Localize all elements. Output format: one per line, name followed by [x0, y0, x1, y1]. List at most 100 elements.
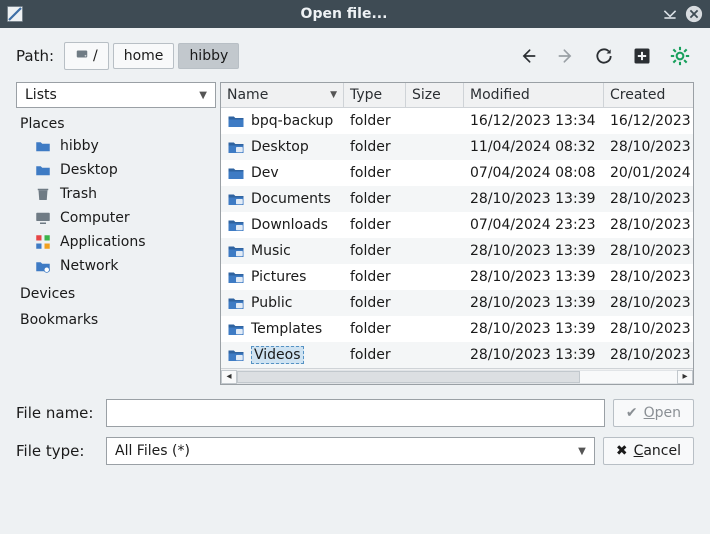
file-pane: Name▼ Type Size Modified Created bpq-bac… — [220, 82, 694, 385]
check-icon: ✔ — [626, 405, 638, 421]
file-created: 28/10/2023 — [604, 295, 690, 311]
chevron-down-icon: ▼ — [578, 446, 586, 457]
column-modified[interactable]: Modified — [464, 83, 604, 107]
breadcrumb-hibby[interactable]: hibby — [178, 43, 239, 69]
breadcrumb-root[interactable]: / — [64, 42, 109, 70]
sort-indicator-icon: ▼ — [330, 90, 337, 100]
file-created: 28/10/2023 — [604, 347, 690, 363]
sidebar-section-places: Places — [18, 114, 214, 134]
table-row[interactable]: Picturesfolder28/10/2023 13:3928/10/2023 — [221, 264, 693, 290]
file-type: folder — [344, 347, 406, 363]
file-name: Public — [251, 295, 292, 311]
column-created[interactable]: Created — [604, 83, 690, 107]
breadcrumb: /homehibby — [64, 42, 239, 70]
file-type: folder — [344, 243, 406, 259]
file-modified: 16/12/2023 13:34 — [464, 113, 604, 129]
sidebar-item-desktop[interactable]: Desktop — [18, 158, 214, 182]
folder-icon — [227, 113, 245, 129]
disk-icon — [75, 47, 89, 65]
sidebar-section-devices: Devices — [18, 284, 214, 304]
table-row[interactable]: Videos folder 28/10/2023 13:3928/10/2023 — [221, 342, 693, 368]
close-button[interactable] — [684, 4, 704, 24]
folder-icon — [227, 269, 245, 285]
sidebar-item-trash[interactable]: Trash — [18, 182, 214, 206]
filename-input[interactable] — [106, 399, 605, 427]
table-row[interactable]: Downloadsfolder07/04/2024 23:2328/10/202… — [221, 212, 693, 238]
trash-icon — [34, 185, 52, 203]
file-name: Videos — [251, 346, 304, 364]
table-row[interactable]: bpq-backupfolder16/12/2023 13:3416/12/20… — [221, 108, 693, 134]
table-row[interactable]: Dev folder 07/04/2024 08:0820/01/2024 — [221, 160, 693, 186]
folder-icon — [227, 165, 245, 181]
file-name: Dev — [251, 165, 279, 181]
file-name: Downloads — [251, 217, 328, 233]
sidebar-item-network[interactable]: Network — [18, 254, 214, 278]
file-type: folder — [344, 295, 406, 311]
dialog-body: Path: /homehibby Lists — [0, 28, 710, 534]
minimize-button[interactable] — [660, 4, 680, 24]
sidebar: Lists ▼ Placeshibby Desktop Trash ComputerA… — [16, 82, 216, 385]
new-folder-button[interactable] — [632, 46, 652, 66]
file-modified: 28/10/2023 13:39 — [464, 321, 604, 337]
sidebar-item-label: Desktop — [60, 162, 118, 178]
file-type: folder — [344, 139, 406, 155]
folder-icon — [227, 347, 245, 363]
toolbar — [518, 46, 694, 66]
file-modified: 28/10/2023 13:39 — [464, 269, 604, 285]
file-type: folder — [344, 217, 406, 233]
titlebar: Open file... — [0, 0, 710, 28]
refresh-button[interactable] — [594, 46, 614, 66]
table-row[interactable]: Documentsfolder28/10/2023 13:3928/10/202… — [221, 186, 693, 212]
column-type[interactable]: Type — [344, 83, 406, 107]
table-row[interactable]: Musicfolder28/10/2023 13:3928/10/2023 — [221, 238, 693, 264]
table-row[interactable]: Templatesfolder28/10/2023 13:3928/10/202… — [221, 316, 693, 342]
file-modified: 28/10/2023 13:39 — [464, 191, 604, 207]
sidebar-mode-select[interactable]: Lists ▼ — [16, 82, 216, 108]
table-body: bpq-backupfolder16/12/2023 13:3416/12/20… — [221, 108, 693, 368]
forward-button[interactable] — [556, 46, 576, 66]
main-row: Lists ▼ Placeshibby Desktop Trash ComputerA… — [16, 82, 694, 385]
path-row: Path: /homehibby — [16, 42, 694, 70]
file-created: 16/12/2023 — [604, 113, 690, 129]
network-icon — [34, 257, 52, 275]
scroll-track[interactable] — [237, 370, 677, 384]
folder-icon — [227, 217, 245, 233]
file-type: folder — [344, 321, 406, 337]
file-created: 20/01/2024 — [604, 165, 690, 181]
file-created: 28/10/2023 — [604, 321, 690, 337]
chevron-down-icon: ▼ — [199, 90, 207, 101]
column-size[interactable]: Size — [406, 83, 464, 107]
filetype-label: File type: — [16, 442, 98, 460]
scroll-left-icon[interactable]: ◂ — [221, 370, 237, 384]
horizontal-scrollbar[interactable]: ◂ ▸ — [221, 368, 693, 384]
file-name: Desktop — [251, 139, 309, 155]
folder-icon — [34, 161, 52, 179]
sidebar-section-bookmarks: Bookmarks — [18, 310, 214, 330]
file-modified: 07/04/2024 08:08 — [464, 165, 604, 181]
table-header: Name▼ Type Size Modified Created — [221, 83, 693, 108]
table-row[interactable]: Desktopfolder11/04/2024 08:3228/10/2023 — [221, 134, 693, 160]
folder-home-icon — [34, 137, 52, 155]
filetype-select[interactable]: All Files (*) ▼ — [106, 437, 595, 465]
file-type: folder — [344, 191, 406, 207]
breadcrumb-home[interactable]: home — [113, 43, 175, 69]
sidebar-item-computer[interactable]: Computer — [18, 206, 214, 230]
path-label: Path: — [16, 47, 54, 65]
open-button[interactable]: ✔ Open — [613, 399, 694, 427]
file-type: folder — [344, 113, 406, 129]
table-row[interactable]: Publicfolder28/10/2023 13:3928/10/2023 — [221, 290, 693, 316]
back-button[interactable] — [518, 46, 538, 66]
folder-icon — [227, 139, 245, 155]
scroll-thumb[interactable] — [237, 371, 580, 383]
cancel-button[interactable]: ✖ Cancel — [603, 437, 694, 465]
file-modified: 28/10/2023 13:39 — [464, 347, 604, 363]
settings-gear-icon[interactable] — [670, 46, 690, 66]
bottom-panel: File name: ✔ Open File type: All Files (… — [16, 399, 694, 465]
column-name[interactable]: Name▼ — [221, 83, 344, 107]
file-created: 28/10/2023 — [604, 269, 690, 285]
sidebar-item-hibby[interactable]: hibby — [18, 134, 214, 158]
sidebar-item-label: Trash — [60, 186, 97, 202]
scroll-right-icon[interactable]: ▸ — [677, 370, 693, 384]
sidebar-item-applications[interactable]: Applications — [18, 230, 214, 254]
file-type: folder — [344, 165, 406, 181]
